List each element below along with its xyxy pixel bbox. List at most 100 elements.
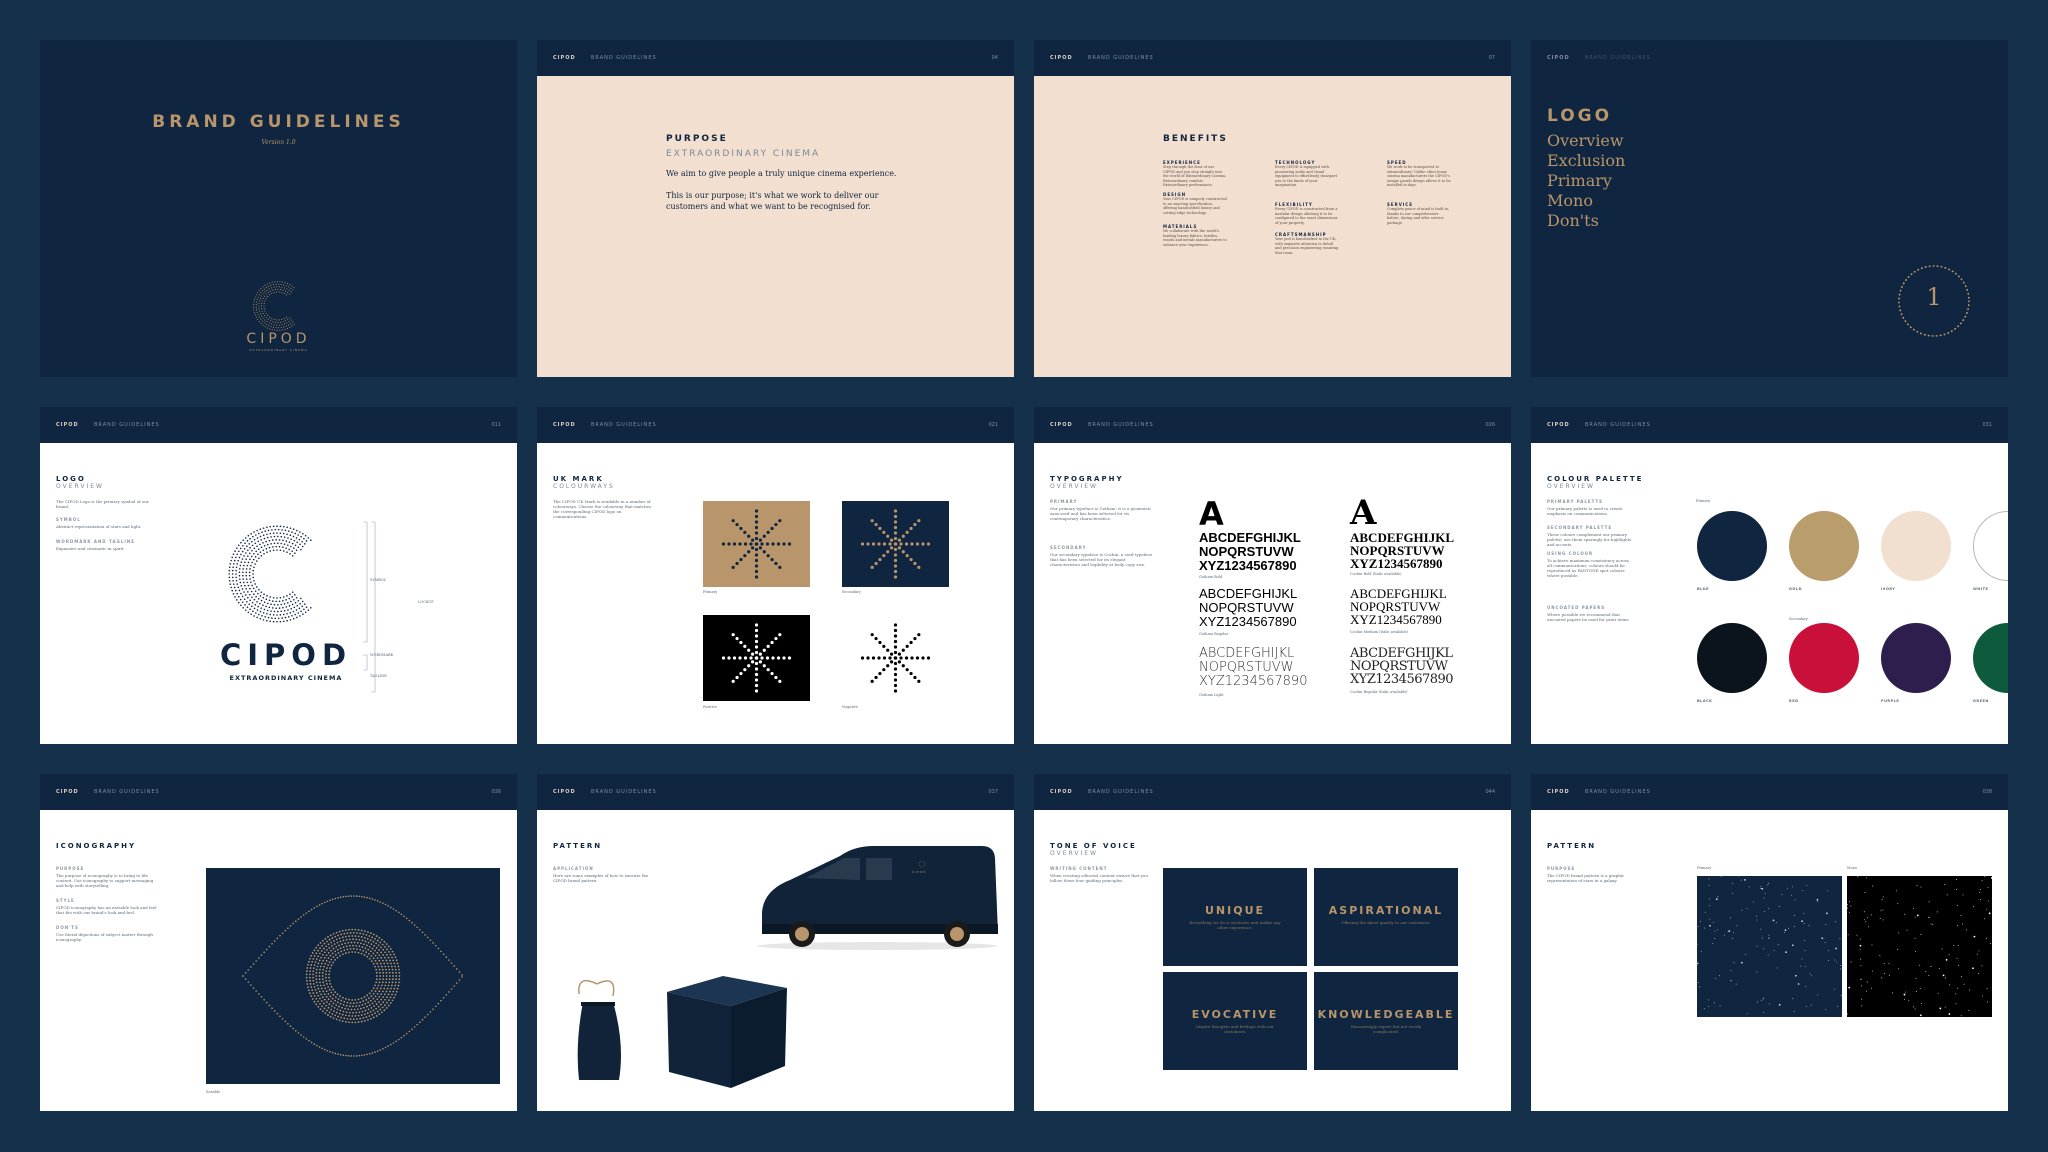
benefit-item: MATERIALS We collaborate with the world'… — [1163, 224, 1227, 247]
slide-tone-of-voice[interactable]: CIPOD BRAND GUIDELINES 044 TONE OF VOICE… — [1034, 774, 1511, 1111]
font-name: Cochin Medium (Italic available) — [1350, 630, 1409, 634]
annotation-symbol: SYMBOL — [370, 578, 387, 582]
annotation-brackets — [363, 521, 376, 693]
slide-heading: TONE OF VOICE — [1050, 842, 1137, 850]
label-secondary-palette: SECONDARY PALETTE — [1547, 525, 1613, 530]
header-section: BRAND GUIDELINES — [1088, 422, 1154, 428]
benefit-text: Every CIPOD is equipped with pioneering … — [1275, 165, 1338, 187]
slide-iconography[interactable]: CIPOD BRAND GUIDELINES 036 ICONOGRAPHY P… — [40, 774, 517, 1111]
benefit-text: Every CIPOD is constructed from a modula… — [1275, 207, 1338, 225]
uk-mark-positive — [703, 615, 810, 701]
slide-subheading: EXTRAORDINARY CINEMA — [666, 149, 821, 159]
logo-tagline: EXTRAORDINARY CINEMA — [229, 674, 343, 682]
slide-colour-palette[interactable]: CIPOD BRAND GUIDELINES 031 COLOUR PALETT… — [1531, 407, 2008, 744]
cochin-medium-sample: ABCDEFGHIJKL NOPQRSTUVW XYZ1234567890 — [1350, 587, 1447, 626]
primary-title: Primary — [1696, 499, 1711, 503]
header-section: BRAND GUIDELINES — [94, 789, 160, 795]
label-style: STYLE — [56, 898, 75, 903]
writing-content-text: When creating editorial content ensure t… — [1050, 873, 1148, 883]
contents-item-exclusion[interactable]: Exclusion — [1547, 151, 1625, 170]
benefit-item: TECHNOLOGY Every CIPOD is equipped with … — [1275, 160, 1339, 188]
contents-item-overview[interactable]: Overview — [1547, 131, 1624, 150]
colour-swatch — [1697, 623, 1767, 693]
glyph-row: NOPQRSTUVW — [1199, 660, 1294, 675]
swatch-label: IVORY — [1881, 587, 1896, 591]
secondary-title: Secondary — [1789, 617, 1808, 621]
slide-header: CIPOD BRAND GUIDELINES 036 — [40, 774, 517, 810]
guidelines-board: { "bar": {"brand": "CIPOD", "section": "… — [0, 0, 2048, 1152]
label-wordmark: WORDMARK AND TAGLINE — [56, 539, 135, 544]
slide-uk-mark[interactable]: CIPOD BRAND GUIDELINES 021 UK MARK COLOU… — [537, 407, 1014, 744]
contents-heading: LOGO — [1547, 106, 1613, 126]
purpose-text-2a: This is our purpose; it's what we work t… — [666, 191, 879, 200]
benefit-text: We collaborate with the world's leading … — [1163, 229, 1227, 247]
caption-primary: Primary — [703, 590, 718, 594]
header-brand: CIPOD — [553, 789, 576, 795]
contents-item-mono[interactable]: Mono — [1547, 191, 1593, 210]
secondary-palette-text: These colours complement our primary pal… — [1547, 532, 1632, 547]
cover-logo-wordmark: CIPOD — [246, 331, 311, 347]
page-number: 04 — [991, 55, 998, 61]
slide-heading: UK MARK — [553, 475, 604, 483]
intro-text: The CIPOD UK Mark is available in a numb… — [553, 499, 652, 519]
gotham-regular-sample: ABCDEFGHIJKL NOPQRSTUVW XYZ1234567890 — [1199, 587, 1297, 629]
glyph-row: NOPQRSTUVW — [1199, 544, 1294, 559]
slide-cover[interactable]: BRAND GUIDELINES Version 1.0 CIPOD EXTRA… — [40, 40, 517, 377]
font-name: Gotham Light — [1199, 693, 1224, 697]
colour-swatch — [1789, 511, 1859, 581]
uncoated-text: Where possible we recommend that uncoate… — [1547, 612, 1630, 622]
header-brand: CIPOD — [553, 55, 576, 61]
page-number: 036 — [491, 789, 501, 795]
header-section: BRAND GUIDELINES — [1088, 55, 1154, 61]
slide-header: CIPOD BRAND GUIDELINES 07 — [1034, 40, 1511, 76]
colour-swatch — [1697, 511, 1767, 581]
slide-pattern-application[interactable]: CIPOD BRAND GUIDELINES 037 PATTERN APPLI… — [537, 774, 1014, 1111]
slide-typography[interactable]: CIPOD BRAND GUIDELINES 026 TYPOGRAPHY OV… — [1034, 407, 1511, 744]
glyph-row: XYZ1234567890 — [1199, 558, 1297, 573]
annotation-tagline: TAGLINE — [370, 674, 387, 678]
page-number: 026 — [1485, 422, 1495, 428]
wordmark-text: Expansive and cinematic in spirit. — [56, 546, 125, 551]
purpose-text: The purpose of iconography is to bring t… — [56, 873, 154, 888]
cipod-logo-icon — [253, 281, 295, 331]
gotham-light-sample: ABCDEFGHIJKL NOPQRSTUVW XYZ1234567890 — [1199, 647, 1307, 689]
font-name: Cochin Regular (Italic available) — [1350, 690, 1408, 694]
header-brand: CIPOD — [56, 789, 79, 795]
header-brand: CIPOD — [1050, 55, 1073, 61]
swatch-label: RED — [1789, 699, 1799, 703]
header-section: BRAND GUIDELINES — [591, 55, 657, 61]
caption-mono: Mono — [1847, 866, 1858, 870]
glyph-row: XYZ1234567890 — [1199, 614, 1297, 629]
intro-text: The CIPOD Logo is the primary symbol of … — [56, 499, 149, 509]
cochin-regular-sample: ABCDEFGHIJKL NOPQRSTUVW XYZ1234567890 — [1350, 647, 1454, 686]
slide-body: BENEFITS EXPERIENCE Step through the doo… — [1034, 76, 1511, 377]
benefit-text: We work to be transported to extraordina… — [1387, 165, 1451, 187]
label-purpose: PURPOSE — [56, 866, 85, 871]
label-donts: DON'TS — [56, 925, 79, 930]
contents-item-primary[interactable]: Primary — [1547, 171, 1612, 190]
glyph-row: XYZ1234567890 — [1350, 612, 1442, 627]
slide-header: CIPOD BRAND GUIDELINES 026 — [1034, 407, 1511, 443]
benefit-item: SERVICE Complete peace of mind is built … — [1387, 202, 1451, 225]
caption-secondary: Secondary — [842, 590, 861, 594]
slide-heading: ICONOGRAPHY — [56, 842, 137, 850]
slide-logo-overview[interactable]: CIPOD BRAND GUIDELINES 011 LOGO OVERVIEW… — [40, 407, 517, 744]
slide-logo-contents[interactable]: CIPOD BRAND GUIDELINES LOGO Overview Exc… — [1531, 40, 2008, 377]
slide-heading: BENEFITS — [1163, 134, 1228, 144]
slide-purpose[interactable]: CIPOD BRAND GUIDELINES 04 PURPOSE EXTRAO… — [537, 40, 1014, 377]
header-section: BRAND GUIDELINES — [1585, 422, 1651, 428]
swatch-label: GOLD — [1789, 587, 1802, 591]
slide-benefits[interactable]: CIPOD BRAND GUIDELINES 07 BENEFITS EXPER… — [1034, 40, 1511, 377]
benefit-item: FLEXIBILITY Every CIPOD is constructed f… — [1275, 202, 1339, 225]
font-name: Gotham Bold — [1199, 575, 1223, 579]
header-section: BRAND GUIDELINES — [1585, 789, 1651, 795]
contents-item-donts[interactable]: Don'ts — [1547, 211, 1599, 230]
benefit-text: Your pod is handcrafted in the UK, with … — [1275, 237, 1339, 255]
van-logo: CIPOD — [912, 870, 927, 874]
purpose-text-1: We aim to give people a truly unique cin… — [666, 169, 897, 178]
cochin-big-a: A — [1350, 493, 1377, 533]
slide-header: CIPOD BRAND GUIDELINES 021 — [537, 407, 1014, 443]
page-number: 037 — [988, 789, 998, 795]
slide-pattern[interactable]: CIPOD BRAND GUIDELINES 038 PATTERN PURPO… — [1531, 774, 2008, 1111]
header-brand: CIPOD — [1547, 789, 1570, 795]
